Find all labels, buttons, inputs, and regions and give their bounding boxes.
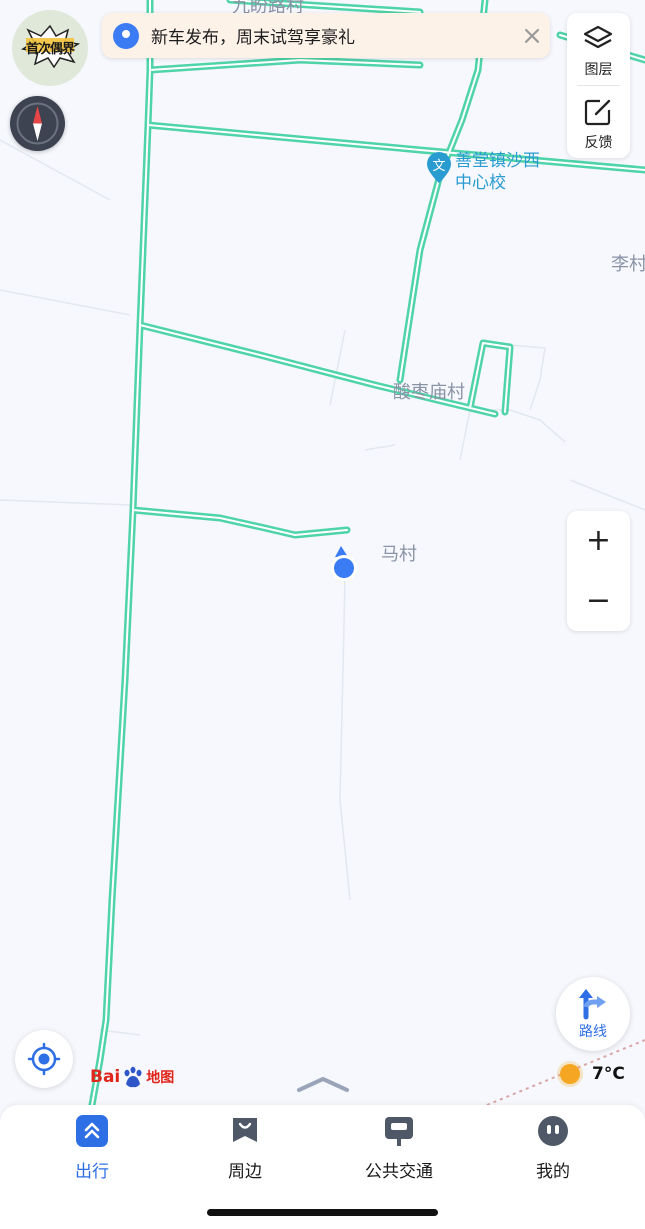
layers-icon <box>583 25 613 49</box>
sun-icon <box>560 1064 580 1084</box>
crosshair-icon <box>27 1042 61 1076</box>
compass-icon <box>16 102 59 145</box>
feedback-label: 反馈 <box>584 135 613 151</box>
poi-school-label: 善堂镇沙西 中心校 <box>455 151 540 193</box>
map-label-suanzaomiao-village: 酸枣庙村 <box>393 382 465 403</box>
poi-icon-char: 文 <box>432 159 445 174</box>
promo-badge-text: 首次偶界 <box>25 42 75 57</box>
profile-face-icon <box>537 1115 569 1147</box>
paw-icon <box>124 1066 142 1088</box>
logo-bai-text: Bai <box>90 1067 121 1087</box>
school-icon: 文 <box>427 152 451 183</box>
tab-public-transit[interactable]: 公共交通 <box>344 1115 454 1185</box>
baidu-map-logo: Bai 地图 <box>90 1063 174 1091</box>
tab-nearby[interactable]: 周边 <box>190 1115 300 1185</box>
tab-mine[interactable]: 我的 <box>498 1115 608 1185</box>
compass-button[interactable] <box>10 96 65 151</box>
nearby-bag-icon <box>229 1115 261 1147</box>
poi-school[interactable]: 文 善堂镇沙西 中心校 <box>425 150 565 196</box>
route-button[interactable]: 路线 <box>556 977 630 1051</box>
chevron-up-icon[interactable] <box>296 1074 350 1094</box>
tab-public-transit-label: 公共交通 <box>365 1162 433 1182</box>
tab-mine-label: 我的 <box>536 1162 570 1182</box>
close-icon[interactable]: × <box>514 18 550 54</box>
promo-badge[interactable]: 首次偶界 <box>12 10 88 86</box>
temperature: 7°C <box>592 1064 625 1084</box>
zoom-in-button[interactable]: + <box>567 511 630 571</box>
promo-banner[interactable]: 新车发布，周末试驾享豪礼 × <box>102 13 550 58</box>
zoom-controls: + − <box>567 511 630 631</box>
feedback-edit-icon <box>584 99 611 126</box>
logo-map-text: 地图 <box>146 1070 175 1086</box>
route-arrow-icon <box>579 989 606 1020</box>
feedback-button[interactable]: 反馈 <box>567 86 630 158</box>
map-tools-panel: 图层 反馈 <box>567 13 630 158</box>
route-label: 路线 <box>579 1024 607 1040</box>
bus-sign-icon <box>383 1115 415 1147</box>
current-location-icon <box>331 546 357 581</box>
home-indicator <box>207 1209 438 1216</box>
map-label-ma-village: 马村 <box>381 544 417 565</box>
weather-widget[interactable]: 7°C <box>560 1064 625 1084</box>
map-label-li-village: 李村 <box>611 254 645 275</box>
travel-icon <box>76 1115 108 1147</box>
promo-banner-text: 新车发布，周末试驾享豪礼 <box>151 28 355 48</box>
tab-travel[interactable]: 出行 <box>37 1115 147 1185</box>
layers-label: 图层 <box>584 62 613 78</box>
zoom-out-button[interactable]: − <box>567 571 630 631</box>
tab-travel-label: 出行 <box>75 1162 109 1182</box>
tab-nearby-label: 周边 <box>228 1162 262 1182</box>
location-pin-icon <box>113 22 139 49</box>
locate-me-button[interactable] <box>15 1030 73 1088</box>
layers-button[interactable]: 图层 <box>567 13 630 85</box>
